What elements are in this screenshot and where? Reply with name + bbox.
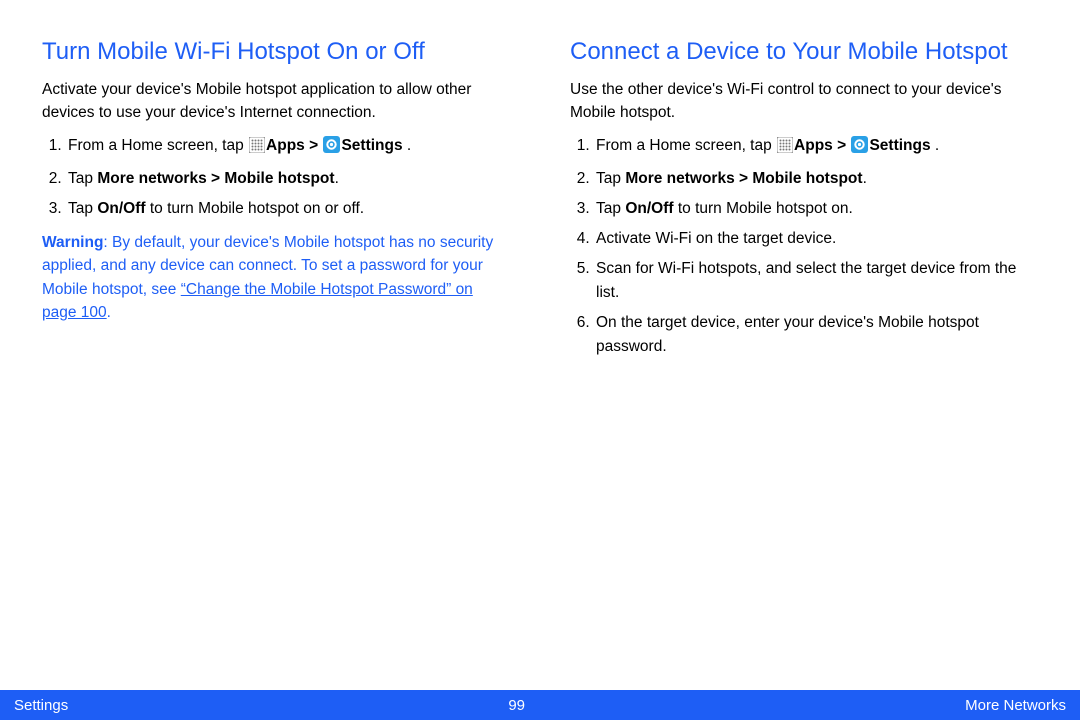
apps-label: Apps > [794, 137, 850, 154]
text: . [403, 137, 412, 154]
footer-page-number: 99 [508, 697, 525, 714]
list-item: Tap On/Off to turn Mobile hotspot on. [594, 197, 1038, 221]
heading-right: Connect a Device to Your Mobile Hotspot [570, 36, 1038, 67]
apps-grid-icon [777, 137, 793, 161]
list-item: From a Home screen, tap Apps > Settings … [66, 134, 510, 161]
left-column: Turn Mobile Wi-Fi Hotspot On or Off Acti… [42, 36, 510, 365]
settings-gear-icon [851, 136, 868, 161]
bold-text: More networks > Mobile hotspot [625, 170, 862, 187]
list-item: On the target device, enter your device'… [594, 311, 1038, 359]
apps-grid-icon [249, 137, 265, 161]
text: Tap [68, 200, 97, 217]
settings-label: Settings [341, 137, 402, 154]
heading-left: Turn Mobile Wi-Fi Hotspot On or Off [42, 36, 510, 67]
steps-left: From a Home screen, tap Apps > Settings … [42, 134, 510, 221]
text: to turn Mobile hotspot on. [674, 200, 853, 217]
right-column: Connect a Device to Your Mobile Hotspot … [570, 36, 1038, 365]
warning-label: Warning [42, 234, 103, 251]
text: From a Home screen, tap [596, 137, 776, 154]
text: . [863, 170, 867, 187]
list-item: Scan for Wi-Fi hotspots, and select the … [594, 257, 1038, 305]
text: Tap [68, 170, 97, 187]
text: . [335, 170, 339, 187]
footer-right: More Networks [965, 697, 1066, 714]
text: Tap [596, 200, 625, 217]
warning-note: Warning: By default, your device's Mobil… [42, 231, 510, 324]
bold-text: On/Off [625, 200, 673, 217]
list-item: Tap More networks > Mobile hotspot. [66, 167, 510, 191]
warning-text-tail: . [107, 304, 111, 321]
text: . [931, 137, 940, 154]
list-item: Tap On/Off to turn Mobile hotspot on or … [66, 197, 510, 221]
intro-right: Use the other device's Wi-Fi control to … [570, 79, 1038, 124]
text: From a Home screen, tap [68, 137, 248, 154]
page-footer: Settings 99 More Networks [0, 690, 1080, 720]
intro-left: Activate your device's Mobile hotspot ap… [42, 79, 510, 124]
text: to turn Mobile hotspot on or off. [146, 200, 365, 217]
footer-left: Settings [14, 697, 68, 714]
bold-text: More networks > Mobile hotspot [97, 170, 334, 187]
text: Tap [596, 170, 625, 187]
bold-text: On/Off [97, 200, 145, 217]
list-item: From a Home screen, tap Apps > Settings … [594, 134, 1038, 161]
settings-gear-icon [323, 136, 340, 161]
list-item: Activate Wi-Fi on the target device. [594, 227, 1038, 251]
list-item: Tap More networks > Mobile hotspot. [594, 167, 1038, 191]
apps-label: Apps > [266, 137, 322, 154]
steps-right: From a Home screen, tap Apps > Settings … [570, 134, 1038, 359]
settings-label: Settings [869, 137, 930, 154]
